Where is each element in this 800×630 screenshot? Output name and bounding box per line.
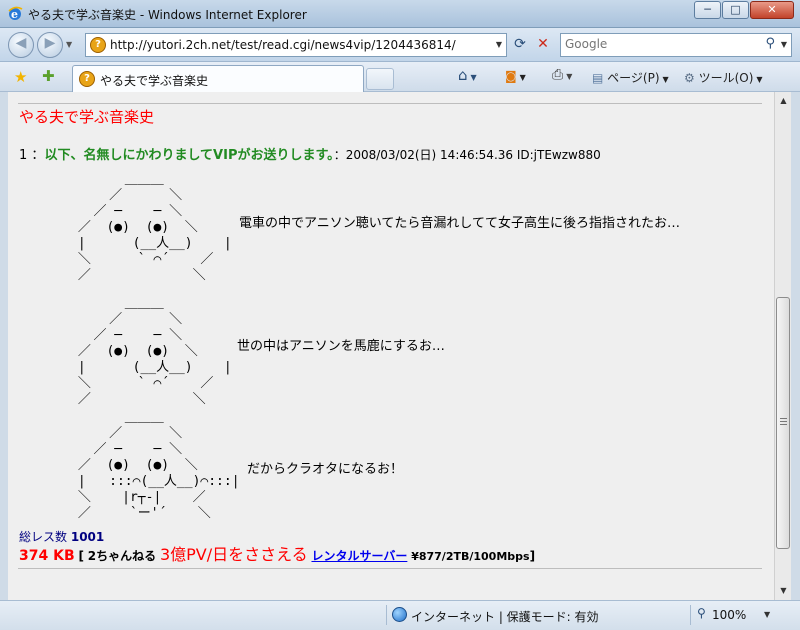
forward-button[interactable]: ▶: [37, 32, 63, 58]
post-line-1: 電車の中でアニソン聴いてたら音漏れしてて女子高生に後ろ指指されたお…: [239, 216, 680, 231]
stop-button[interactable]: ✕: [532, 34, 554, 56]
minimize-button[interactable]: ─: [694, 1, 721, 19]
zoom-dropdown-icon[interactable]: ▼: [764, 610, 770, 619]
page-favicon-icon: ?: [90, 37, 106, 53]
tools-menu-button[interactable]: ⚙ ツール(O) ▼: [684, 69, 763, 86]
window-left-edge: [0, 92, 8, 600]
grip-line: [780, 418, 787, 419]
scrollbar-thumb[interactable]: [776, 297, 790, 549]
vertical-scrollbar[interactable]: ▲ ▼: [774, 92, 791, 600]
divider-top: [18, 103, 762, 104]
bracket-open: [: [78, 549, 84, 563]
command-bar: ★ ✚ ? やる夫で学ぶ音楽史 ⌂ ▼ ◙ ▼ ⎙ ▼ ▤ ページ(P) ▼ ⚙ ツール…: [0, 62, 800, 92]
back-arrow-icon: ◀: [15, 35, 27, 51]
navigation-bar: ◀ ▶ ▼ ? http://yutori.2ch.net/test/read.…: [0, 28, 800, 62]
search-box[interactable]: ⚲ ▼: [560, 33, 792, 57]
ascii-art-face-2: ＿＿＿ ／ ＼ ／ ─ ─ ＼ ／ (●) (●) ＼ | (__人__) | …: [77, 296, 232, 407]
scroll-down-icon[interactable]: ▼: [775, 582, 792, 599]
tools-menu-label: ツール(O): [698, 71, 754, 85]
search-input[interactable]: [565, 37, 755, 51]
feeds-button[interactable]: ◙ ▼: [505, 69, 526, 83]
footer-info: 374 KB [ 2ちゃんねる 3億PV/日をささえる レンタルサーバー ¥87…: [19, 541, 535, 565]
gear-icon: ⚙: [684, 71, 695, 85]
search-options-dropdown-icon[interactable]: ▼: [781, 40, 787, 49]
server-spec: ¥877/2TB/100Mbps: [411, 550, 530, 563]
grip-line: [780, 421, 787, 422]
tab-label: やる夫で学ぶ音楽史: [100, 74, 209, 88]
security-zone-text[interactable]: インターネット | 保護モード: 有効: [411, 608, 599, 625]
page-icon: ▤: [592, 71, 604, 85]
new-tab-button[interactable]: [366, 68, 394, 90]
page-menu-button[interactable]: ▤ ページ(P) ▼: [592, 69, 669, 86]
ascii-art-face-1: ＿＿＿ ／ ＼ ／ ─ ─ ＼ ／ (●) (●) ＼ | (__人__) | …: [77, 172, 232, 283]
status-separator: [690, 605, 691, 625]
close-button[interactable]: ✕: [750, 1, 794, 19]
window-right-edge: [791, 92, 800, 600]
recent-pages-dropdown-icon[interactable]: ▼: [66, 40, 72, 49]
divider-bottom: [18, 568, 762, 569]
back-button[interactable]: ◀: [8, 32, 34, 58]
refresh-button[interactable]: ⟳: [509, 34, 531, 56]
post-header: 1 ：以下、名無しにかわりましてVIPがお送りします。：2008/03/02(日…: [19, 144, 601, 163]
internet-zone-globe-icon[interactable]: [392, 607, 407, 622]
print-icon: ⎙: [552, 67, 564, 83]
tab-favicon-icon: ?: [79, 71, 95, 87]
address-dropdown-icon[interactable]: ▼: [496, 40, 502, 49]
post-number-separator: ：: [31, 148, 45, 163]
post-meta-separator: ：: [333, 148, 346, 162]
search-icon[interactable]: ⚲: [765, 36, 775, 51]
print-button[interactable]: ⎙ ▼: [552, 67, 572, 83]
stop-icon: ✕: [537, 36, 549, 52]
address-url[interactable]: http://yutori.2ch.net/test/read.cgi/news…: [110, 38, 456, 52]
post-author-name: 以下、名無しにかわりましてVIPがお送りします。: [44, 148, 334, 163]
rental-server-link[interactable]: レンタルサーバー: [311, 549, 407, 563]
favorites-star-icon[interactable]: ★: [14, 68, 27, 86]
grip-line: [780, 424, 787, 425]
title-bar: e やる夫で学ぶ音楽史 - Windows Internet Explorer …: [0, 0, 800, 28]
thread-title: やる夫で学ぶ音楽史: [19, 108, 155, 126]
post-date-id: 2008/03/02(日) 14:46:54.36 ID:jTEwzw880: [345, 148, 601, 162]
page-menu-label: ページ(P): [607, 71, 660, 85]
svg-text:e: e: [11, 8, 18, 21]
status-bar: インターネット | 保護モード: 有効 ⚲ 100% ▼: [0, 600, 800, 630]
thread-size: 374 KB: [19, 548, 75, 564]
bracket-close: ]: [529, 549, 536, 563]
add-favorites-icon[interactable]: ✚: [42, 67, 55, 85]
site-slogan: 3億PV/日をささえる: [159, 545, 308, 564]
forward-arrow-icon: ▶: [44, 35, 56, 51]
window-controls: ─ □ ✕: [693, 1, 794, 19]
home-icon: ⌂: [458, 66, 468, 84]
feeds-icon: ◙: [505, 69, 517, 83]
post-line-2: 世の中はアニソンを馬鹿にするお…: [237, 339, 445, 354]
zoom-magnifier-icon[interactable]: ⚲: [697, 606, 706, 620]
ie-logo-icon: e: [8, 6, 23, 21]
home-button[interactable]: ⌂ ▼: [458, 66, 477, 84]
tab-active[interactable]: ? やる夫で学ぶ音楽史: [72, 65, 364, 92]
post-number: 1: [19, 148, 28, 163]
page-content: やる夫で学ぶ音楽史 1 ：以下、名無しにかわりましてVIPがお送りします。：20…: [8, 92, 774, 600]
site-name: 2ちゃんねる: [87, 549, 157, 563]
refresh-icon: ⟳: [514, 36, 526, 52]
post-line-3: だからクラオタになるお！: [247, 462, 404, 477]
zoom-level[interactable]: 100%: [712, 608, 746, 622]
scroll-up-icon[interactable]: ▲: [775, 92, 792, 109]
ascii-art-face-3: ＿＿＿ ／ ＼ ／ ─ ─ ＼ ／ (●) (●) ＼ | :::⌒(__人__…: [77, 410, 240, 521]
maximize-button[interactable]: □: [722, 1, 749, 19]
address-bar[interactable]: ? http://yutori.2ch.net/test/read.cgi/ne…: [85, 33, 507, 57]
window-title: やる夫で学ぶ音楽史 - Windows Internet Explorer: [28, 8, 307, 22]
status-separator: [386, 605, 387, 625]
